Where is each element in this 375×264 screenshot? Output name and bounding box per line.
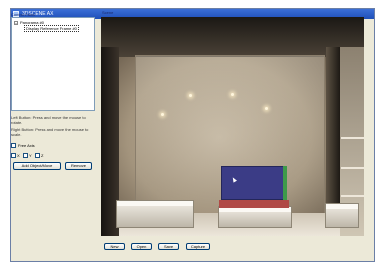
left-pedestal (116, 200, 194, 228)
right-pedestal (325, 203, 359, 228)
help-right-button: Right Button: Press and move the mouse t… (11, 127, 89, 137)
remove-button[interactable]: Remove (65, 162, 92, 170)
save-button[interactable]: Save (158, 243, 179, 250)
product-box-object[interactable] (221, 166, 286, 200)
display-shelf (341, 167, 364, 169)
product-base (219, 200, 289, 208)
axis-z-label: Z (41, 153, 44, 158)
tree-item-child[interactable]: Display Reference Frame #0 (24, 25, 79, 32)
new-button[interactable]: New (104, 243, 125, 250)
open-button[interactable]: Open (131, 243, 152, 250)
free-axis-label: Free Axis (18, 143, 35, 148)
display-shelf (341, 195, 364, 197)
axis-y-checkbox[interactable] (23, 153, 28, 158)
add-object-move-button[interactable]: Add Object/Move (13, 162, 61, 170)
help-left-button: Left Button: Press and move the mouse to… (11, 115, 86, 125)
display-shelf (341, 137, 364, 139)
ceiling-light (265, 107, 268, 110)
center-pedestal (218, 206, 292, 228)
ceiling-light (189, 94, 192, 97)
product-box-side (283, 166, 287, 200)
ceiling-light (231, 93, 234, 96)
tree-expand-icon[interactable]: − (14, 21, 18, 26)
object-tree[interactable]: − Panorama #0 Display Reference Frame #0 (11, 17, 95, 111)
capture-button[interactable]: Capture (186, 243, 210, 250)
scene-viewport[interactable] (101, 17, 364, 236)
ceiling-light (161, 113, 164, 116)
scene-label: Scene (102, 10, 114, 15)
showroom-ceiling (101, 17, 364, 57)
axis-x-checkbox[interactable] (11, 153, 16, 158)
free-axis-checkbox[interactable] (11, 143, 16, 148)
axis-y-label: Y (29, 153, 32, 158)
axis-x-label: X (17, 153, 20, 158)
axis-z-checkbox[interactable] (35, 153, 40, 158)
